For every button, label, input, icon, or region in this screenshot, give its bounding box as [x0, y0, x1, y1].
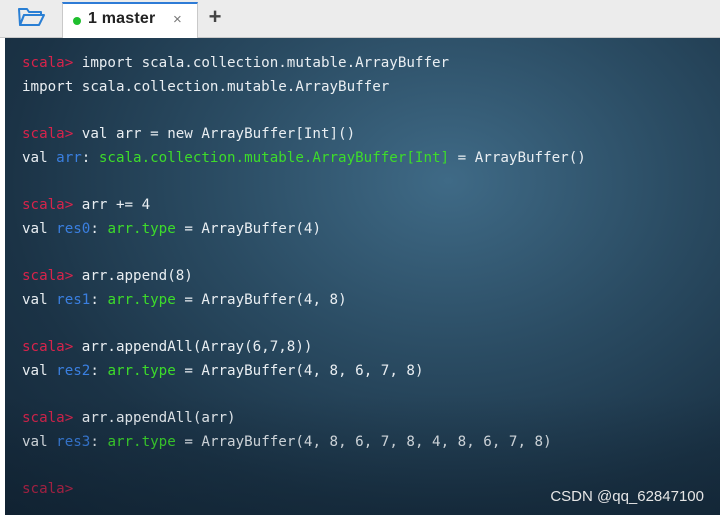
result-separator: : — [90, 434, 108, 450]
result-name: res3 — [56, 434, 91, 450]
result-value: = ArrayBuffer(4, 8, 6, 7, 8, 4, 8, 6, 7,… — [175, 434, 552, 450]
scala-prompt: scala> — [22, 55, 74, 71]
result-type: arr.type — [107, 291, 176, 308]
result-separator: : — [90, 362, 108, 379]
input-command: arr.append(8) — [73, 268, 193, 285]
terminal-result-line: val res1: arr.type = ArrayBuffer(4, 8) — [22, 289, 586, 313]
result-keyword: val — [22, 220, 57, 237]
result-type: arr.type — [107, 362, 176, 379]
terminal-lines: scala> import scala.collection.mutable.A… — [22, 52, 586, 502]
tab-label: 1 master — [88, 10, 156, 27]
result-keyword: val — [22, 362, 57, 379]
input-command: val arr = new ArrayBuffer[Int]() — [73, 126, 356, 143]
input-command: arr += 4 — [73, 197, 151, 214]
terminal-input-line: scala> — [22, 478, 586, 502]
scala-prompt: scala> — [22, 268, 74, 285]
result-keyword: val — [22, 291, 57, 308]
result-name: res1 — [56, 291, 91, 308]
result-name: res0 — [56, 220, 91, 237]
input-command: arr.appendAll(arr) — [73, 410, 236, 427]
result-name: res2 — [56, 362, 91, 379]
scala-prompt: scala> — [22, 339, 74, 356]
result-value: = ArrayBuffer(4, 8) — [175, 291, 347, 308]
terminal-result-line: val res3: arr.type = ArrayBuffer(4, 8, 6… — [22, 431, 586, 455]
watermark: CSDN @qq_62847100 — [550, 488, 704, 505]
folder-open-icon — [17, 6, 45, 33]
result-separator: : — [81, 149, 99, 166]
result-value: = ArrayBuffer(4) — [175, 220, 321, 237]
result-value: = ArrayBuffer(4, 8, 6, 7, 8) — [175, 362, 424, 379]
scala-prompt: scala> — [22, 197, 74, 214]
tab-bar: 1 master × + — [0, 0, 720, 38]
result-separator: : — [90, 291, 108, 308]
scala-prompt: scala> — [22, 481, 74, 498]
result-keyword: val — [22, 149, 57, 166]
terminal-input-line: scala> arr.appendAll(arr) — [22, 407, 586, 431]
terminal-input-line: scala> val arr = new ArrayBuffer[Int]() — [22, 123, 586, 147]
tab-master[interactable]: 1 master × — [62, 2, 198, 38]
result-type: arr.type — [107, 220, 176, 237]
result-separator: : — [90, 220, 108, 237]
terminal-output[interactable]: scala> import scala.collection.mutable.A… — [5, 38, 720, 515]
input-command: import scala.collection.mutable.ArrayBuf… — [73, 55, 450, 71]
result-type: arr.type — [107, 434, 176, 450]
connection-status-icon — [73, 17, 81, 25]
result-keyword: val — [22, 434, 57, 450]
terminal-result-line: val res2: arr.type = ArrayBuffer(4, 8, 6… — [22, 360, 586, 384]
terminal-result-line: val res0: arr.type = ArrayBuffer(4) — [22, 218, 586, 242]
terminal-input-line: scala> arr.appendAll(Array(6,7,8)) — [22, 336, 586, 360]
scala-prompt: scala> — [22, 410, 74, 427]
terminal-input-line: scala> import scala.collection.mutable.A… — [22, 52, 586, 76]
open-folder-button[interactable] — [14, 6, 48, 32]
result-type: scala.collection.mutable.ArrayBuffer[Int… — [98, 149, 450, 166]
close-icon[interactable]: × — [173, 11, 182, 28]
terminal-output-line: import scala.collection.mutable.ArrayBuf… — [22, 78, 390, 95]
add-tab-button[interactable]: + — [204, 4, 226, 30]
terminal-input-line: scala> arr.append(8) — [22, 265, 586, 289]
input-command: arr.appendAll(Array(6,7,8)) — [73, 339, 313, 356]
result-value: = ArrayBuffer() — [449, 149, 586, 166]
terminal-input-line: scala> arr += 4 — [22, 194, 586, 218]
terminal-result-line: val arr: scala.collection.mutable.ArrayB… — [22, 147, 586, 171]
result-name: arr — [56, 149, 82, 166]
scala-prompt: scala> — [22, 126, 74, 143]
